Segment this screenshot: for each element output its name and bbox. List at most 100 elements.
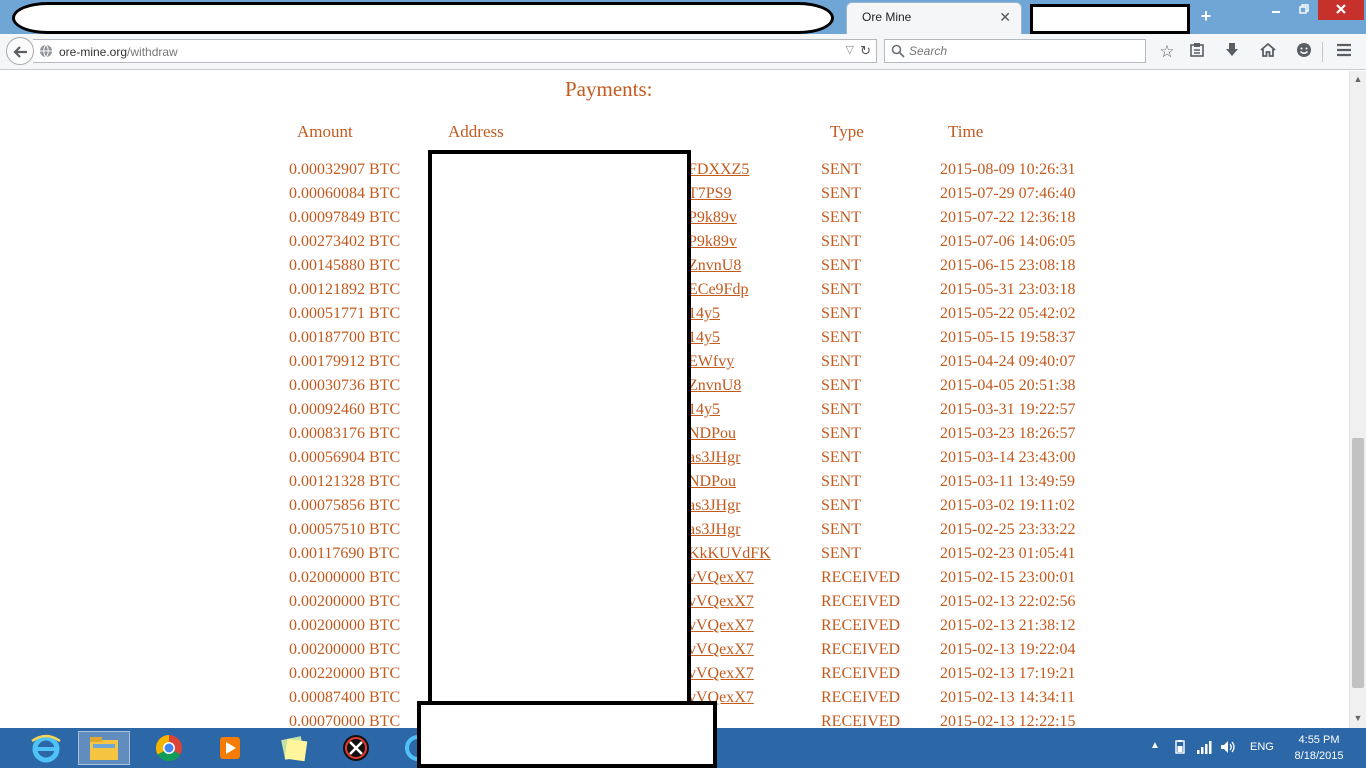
cell-type: SENT xyxy=(821,497,861,514)
cell-time: 2015-04-05 20:51:38 xyxy=(940,377,1076,394)
chrome-icon[interactable] xyxy=(143,731,195,765)
cell-amount: 0.00056904 BTC xyxy=(289,449,401,466)
page-title: Payments: xyxy=(565,77,653,101)
clock-date[interactable]: 8/18/2015 xyxy=(1288,750,1350,762)
cell-amount: 0.00057510 BTC xyxy=(289,521,401,538)
url-bar[interactable]: ore-mine.org/withdraw ▽ ↻ xyxy=(33,39,877,63)
cell-type: SENT xyxy=(821,185,861,202)
clock-time[interactable]: 4:55 PM xyxy=(1288,734,1350,746)
cell-time: 2015-02-13 14:34:11 xyxy=(940,689,1075,706)
back-arrow-icon xyxy=(13,46,27,58)
cell-amount: 0.00179912 BTC xyxy=(289,353,401,370)
url-path: /withdraw xyxy=(127,45,178,59)
cell-address-link[interactable]: vVQexX7 xyxy=(688,593,754,611)
language-indicator[interactable]: ENG xyxy=(1250,741,1274,753)
cell-address-link[interactable]: ZnvnU8 xyxy=(688,377,741,395)
cell-address-link[interactable]: T7PS9 xyxy=(688,185,732,203)
window-close-icon[interactable] xyxy=(1318,0,1364,20)
cell-address-link[interactable]: vVQexX7 xyxy=(688,641,754,659)
game-app-icon[interactable] xyxy=(330,731,382,765)
cell-address-link[interactable]: vVQexX7 xyxy=(688,617,754,635)
url-dropdown-icon[interactable]: ▽ xyxy=(846,43,854,56)
cell-time: 2015-02-25 23:33:22 xyxy=(940,521,1076,538)
home-icon[interactable] xyxy=(1258,42,1278,62)
back-button[interactable] xyxy=(6,37,34,65)
cell-amount: 0.00075856 BTC xyxy=(289,497,401,514)
scroll-up-icon[interactable]: ▲ xyxy=(1353,74,1363,86)
cell-time: 2015-02-13 21:38:12 xyxy=(940,617,1076,634)
notes-icon[interactable] xyxy=(268,731,320,765)
cell-amount: 0.00121328 BTC xyxy=(289,473,401,490)
redacted-tab[interactable] xyxy=(12,2,834,34)
tab-ore-mine[interactable]: Ore Mine ✕ xyxy=(846,2,1022,34)
url-text[interactable]: ore-mine.org/withdraw xyxy=(59,45,178,59)
column-header-amount: Amount xyxy=(297,122,353,141)
cell-address-link[interactable]: P9k89v xyxy=(688,233,737,251)
new-tab-button[interactable]: + xyxy=(1198,6,1214,26)
cell-type: SENT xyxy=(821,209,861,226)
cell-time: 2015-05-15 19:58:37 xyxy=(940,329,1076,346)
cell-time: 2015-08-09 10:26:31 xyxy=(940,161,1076,178)
cell-time: 2015-03-11 13:49:59 xyxy=(940,473,1075,490)
cell-address-link[interactable]: P9k89v xyxy=(688,209,737,227)
cell-address-link[interactable]: vVQexX7 xyxy=(688,569,754,587)
cell-address-link[interactable]: ZnvnU8 xyxy=(688,257,741,275)
cell-amount: 0.00030736 BTC xyxy=(289,377,401,394)
cell-address-link[interactable]: ECe9Fdp xyxy=(688,281,748,299)
chat-icon[interactable] xyxy=(1294,42,1314,62)
file-explorer-icon[interactable] xyxy=(78,731,130,765)
redacted-tab-box[interactable] xyxy=(1030,4,1190,34)
page-scrollbar[interactable]: ▲ ▼ xyxy=(1349,71,1366,728)
cell-address-link[interactable]: as3JHgr xyxy=(688,521,740,539)
download-icon[interactable] xyxy=(1222,42,1242,62)
battery-icon[interactable] xyxy=(1172,740,1188,757)
cell-time: 2015-07-29 07:46:40 xyxy=(940,185,1076,202)
cell-address-link[interactable]: vVQexX7 xyxy=(688,665,754,683)
cell-time: 2015-04-24 09:40:07 xyxy=(940,353,1076,370)
navigation-toolbar: ore-mine.org/withdraw ▽ ↻ ☆ xyxy=(0,34,1366,70)
cell-address-link[interactable]: as3JHgr xyxy=(688,449,740,467)
restore-icon[interactable] xyxy=(1290,0,1318,20)
cell-time: 2015-03-23 18:26:57 xyxy=(940,425,1076,442)
search-icon xyxy=(891,44,905,58)
scrollbar-thumb[interactable] xyxy=(1352,438,1364,688)
hamburger-menu-icon[interactable] xyxy=(1334,42,1354,62)
clipboard-icon[interactable] xyxy=(1187,42,1207,62)
cell-address-link[interactable]: 14y5 xyxy=(688,329,720,347)
cell-address-link[interactable]: 14y5 xyxy=(688,305,720,323)
cell-amount: 0.00200000 BTC xyxy=(289,641,401,658)
cell-type: RECEIVED xyxy=(821,593,901,610)
cell-address-link[interactable]: KkKUVdFK xyxy=(688,545,771,563)
reload-icon[interactable]: ↻ xyxy=(860,43,871,59)
cell-time: 2015-02-13 12:22:15 xyxy=(940,713,1076,728)
search-bar[interactable] xyxy=(884,39,1146,63)
media-player-icon[interactable] xyxy=(204,731,256,765)
cell-address-link[interactable]: FDXXZ5 xyxy=(688,161,749,179)
cell-address-link[interactable]: as3JHgr xyxy=(688,497,740,515)
cell-address-link[interactable]: NDPou xyxy=(688,473,736,491)
cell-type: RECEIVED xyxy=(821,713,901,728)
cell-type: SENT xyxy=(821,353,861,370)
volume-icon[interactable] xyxy=(1220,740,1236,757)
globe-icon xyxy=(40,44,52,58)
cell-type: SENT xyxy=(821,257,861,274)
browser-titlebar: Ore Mine ✕ + xyxy=(0,0,1366,34)
show-hidden-icons-icon[interactable]: ▲ xyxy=(1150,740,1160,751)
cell-address-link[interactable]: EWfvy xyxy=(688,353,734,371)
internet-explorer-icon[interactable] xyxy=(20,731,72,765)
tab-close-icon[interactable]: ✕ xyxy=(999,9,1011,26)
star-icon[interactable]: ☆ xyxy=(1157,42,1177,62)
cell-address-link[interactable]: NDPou xyxy=(688,425,736,443)
cell-amount: 0.00083176 BTC xyxy=(289,425,401,442)
cell-time: 2015-02-15 23:00:01 xyxy=(940,569,1076,586)
column-header-time: Time xyxy=(948,122,984,141)
cell-type: SENT xyxy=(821,161,861,178)
cell-time: 2015-05-22 05:42:02 xyxy=(940,305,1076,322)
minimize-icon[interactable] xyxy=(1262,0,1290,20)
cell-amount: 0.00187700 BTC xyxy=(289,329,401,346)
cell-address-link[interactable]: 14y5 xyxy=(688,401,720,419)
scroll-down-icon[interactable]: ▼ xyxy=(1353,713,1363,725)
cell-type: SENT xyxy=(821,545,861,562)
signal-icon[interactable] xyxy=(1196,740,1212,757)
search-input[interactable] xyxy=(909,42,1139,60)
